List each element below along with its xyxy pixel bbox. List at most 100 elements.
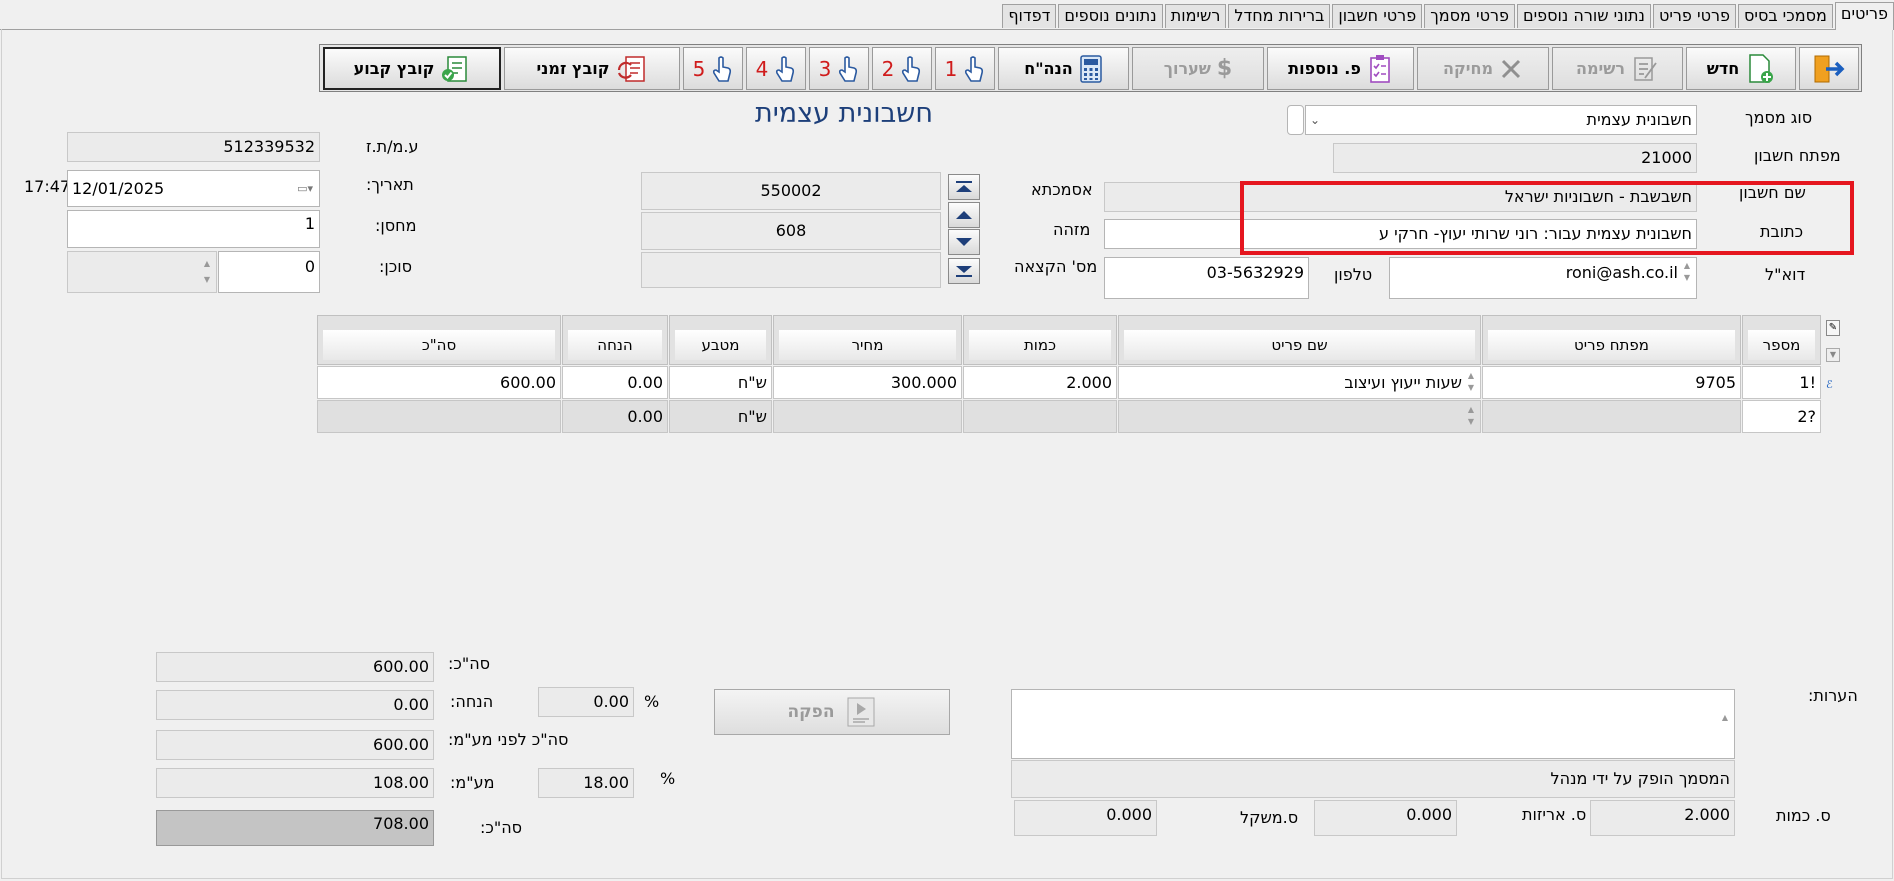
scroll-arrows-icon: ▲▼ (1467, 405, 1475, 426)
agent-name-field[interactable]: ▲ ▼ (67, 251, 217, 293)
exit-button[interactable] (1799, 47, 1859, 90)
total-packages-label: ס. אריזות (1522, 805, 1587, 824)
subtotal-field[interactable]: 600.00 (156, 652, 434, 682)
row2-num[interactable]: 2? (1742, 400, 1821, 433)
row2-qty[interactable] (963, 400, 1117, 433)
col-header-currency[interactable]: מטבע (669, 315, 772, 365)
col-header-name[interactable]: שם פריט (1118, 315, 1481, 365)
grid-scroll-down-icon[interactable]: ▼ (1826, 348, 1840, 362)
last-record-button[interactable] (948, 258, 980, 284)
scroll-arrows-icon: ▲▼ (1721, 713, 1729, 722)
row1-name[interactable]: שעות ייעוץ ועיצוב ▲ ▼ (1118, 366, 1481, 399)
row2-currency[interactable]: ש"ח (669, 400, 772, 433)
notes-field[interactable]: ▲▼ (1011, 689, 1735, 759)
row2-key[interactable] (1482, 400, 1741, 433)
tab-defaults[interactable]: ברירות מחדל (1228, 4, 1331, 28)
row1-discount[interactable]: 0.00 (562, 366, 668, 399)
scroll-arrows-icon: ▲▼ (1683, 261, 1691, 282)
row1-num[interactable]: 1! (1742, 366, 1821, 399)
discount-pct-field[interactable]: 0.00 (538, 687, 634, 717)
row2-discount[interactable]: 0.00 (562, 400, 668, 433)
list-button[interactable]: רשימה (1552, 47, 1683, 90)
delete-button[interactable]: מחיקה (1417, 47, 1549, 90)
calculator-icon (1080, 54, 1102, 83)
pre-vat-field[interactable]: 600.00 (156, 730, 434, 760)
col-header-num[interactable]: מספר (1742, 315, 1821, 365)
alloc-field[interactable] (641, 252, 941, 288)
alloc-label: מס' הקצאה (1014, 257, 1098, 276)
row2-total[interactable] (317, 400, 561, 433)
tab-browse[interactable]: דפדוף (1002, 4, 1057, 28)
row1-currency[interactable]: ש"ח (669, 366, 772, 399)
agent-field[interactable]: 0 (218, 251, 320, 293)
calendar-dropdown-icon: ▭▾ (297, 182, 313, 195)
scroll-arrows-icon: ▲▼ (1467, 371, 1475, 392)
col-header-discount[interactable]: הנחה (562, 315, 668, 365)
tab-extra-data[interactable]: נתונים נוספים (1058, 4, 1163, 28)
total-packages-field[interactable]: 0.000 (1314, 800, 1457, 836)
produce-button[interactable]: הפקה (714, 689, 950, 735)
prev-record-button[interactable] (948, 202, 980, 228)
first-record-button[interactable] (948, 174, 980, 200)
produce-label: הפקה (787, 702, 835, 722)
date-field[interactable]: 12/01/2025 ▭▾ (67, 170, 320, 207)
tab-extra-line-data[interactable]: נתוני שורה נוספים (1516, 4, 1651, 28)
pre-vat-label: סה"כ לפני מע"מ: (448, 730, 569, 749)
quick-button-3[interactable]: 3 (809, 47, 869, 90)
tab-doc-details[interactable]: פרטי מסמך (1424, 4, 1515, 28)
email-field[interactable]: roni@ash.co.il ▲ ▼ (1389, 257, 1697, 299)
warehouse-field[interactable]: 1 (67, 210, 320, 248)
new-button[interactable]: חדש (1686, 47, 1796, 90)
more-functions-button[interactable]: פ. נוספות (1267, 47, 1414, 90)
discount-field[interactable]: 0.00 (156, 690, 434, 720)
tab-lists[interactable]: רשימות (1164, 4, 1227, 28)
tab-bar: פריטים מסמכי בסיס פרטי פריט נתוני שורה נ… (1000, 2, 1894, 30)
row1-key[interactable]: 9705 (1482, 366, 1741, 399)
phone-field[interactable]: 03-5632929 (1104, 257, 1309, 299)
next-record-button[interactable] (948, 229, 980, 255)
vat-pct-field[interactable]: 18.00 (538, 768, 634, 798)
grid-edit-icon[interactable]: ✎ (1826, 320, 1840, 336)
hand-pointer-icon (713, 55, 732, 82)
total-field[interactable]: 708.00 (156, 810, 434, 846)
col-header-price[interactable]: מחיר (773, 315, 962, 365)
vat-label: מע"מ: (450, 773, 495, 792)
scroll-arrows-icon: ▲▼ (203, 259, 211, 284)
date-label: תאריך: (366, 175, 414, 194)
tab-account-details[interactable]: פרטי חשבון (1332, 4, 1423, 28)
total-weight-field[interactable]: 0.000 (1014, 800, 1157, 836)
accounting-button[interactable]: הנה"ח (998, 47, 1129, 90)
date-value: 12/01/2025 (72, 179, 165, 198)
row1-total[interactable]: 600.00 (317, 366, 561, 399)
id-field[interactable]: 608 (641, 212, 941, 250)
asmachta-field[interactable]: 550002 (641, 172, 941, 210)
col-header-total[interactable]: סה"כ (317, 315, 561, 365)
tab-items[interactable]: פריטים (1834, 2, 1894, 30)
quick-button-5[interactable]: 5 (683, 47, 743, 90)
account-key-field[interactable]: 21000 (1333, 143, 1697, 173)
row2-name[interactable]: ▲ ▼ (1118, 400, 1481, 433)
vat-id-field[interactable]: 512339532 (67, 132, 320, 162)
quick-button-1[interactable]: 1 (935, 47, 995, 90)
quick-button-4[interactable]: 4 (746, 47, 806, 90)
tab-base-docs[interactable]: מסמכי בסיס (1737, 4, 1833, 28)
row1-price[interactable]: 300.000 (773, 366, 962, 399)
tab-item-details[interactable]: פרטי פריט (1652, 4, 1736, 28)
quick-button-2[interactable]: 2 (872, 47, 932, 90)
row1-qty[interactable]: 2.000 (963, 366, 1117, 399)
vat-field[interactable]: 108.00 (156, 768, 434, 798)
doc-type-extra-button[interactable] (1287, 105, 1304, 135)
perm-file-button[interactable]: קובץ קבוע (323, 47, 501, 90)
col-header-key[interactable]: מפתח פריט (1482, 315, 1741, 365)
agent-label: סוכן: (379, 257, 412, 276)
row2-price[interactable] (773, 400, 962, 433)
total-qty-field[interactable]: 2.000 (1590, 800, 1735, 836)
doc-type-select[interactable]: חשבונית עצמית ⌄ (1305, 105, 1697, 135)
more-functions-label: פ. נוספות (1288, 59, 1361, 78)
exit-icon (1814, 55, 1845, 82)
col-header-currency-label: מטבע (675, 330, 766, 360)
temp-file-button[interactable]: קובץ זמני (504, 47, 680, 90)
col-header-qty[interactable]: כמות (963, 315, 1117, 365)
revaluation-button[interactable]: $ שערוך (1132, 47, 1264, 90)
last-arrow-icon (956, 266, 972, 277)
